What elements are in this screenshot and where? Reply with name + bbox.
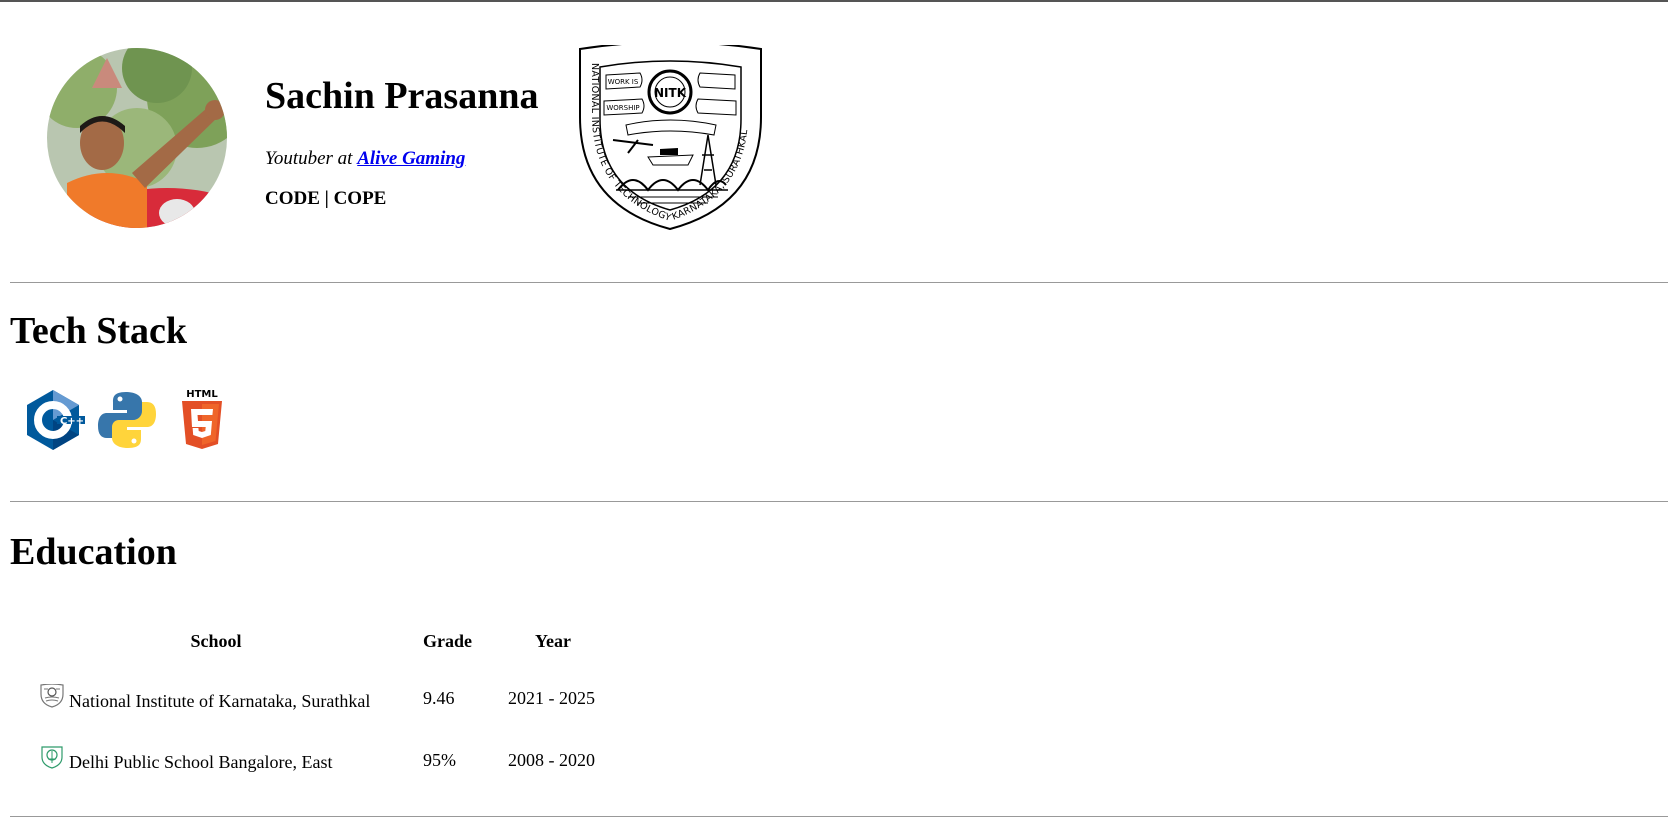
page: Sachin Prasanna Youtuber at Alive Gaming…: [0, 0, 1668, 834]
tech-stack-heading: Tech Stack: [10, 310, 188, 352]
tagline-prefix: Youtuber at: [265, 148, 358, 169]
python-icon: [95, 388, 159, 452]
profile-photo: [47, 48, 227, 228]
school-name: Delhi Public School Bangalore, East: [69, 752, 333, 772]
tagline: Youtuber at Alive Gaming: [265, 148, 465, 170]
crest-emblem-text: NITK: [654, 86, 687, 100]
column-header-grade: Grade: [423, 631, 472, 651]
alive-gaming-link[interactable]: Alive Gaming: [357, 148, 465, 169]
column-header-year: Year: [535, 631, 571, 651]
school-name: National Institute of Karnataka, Surathk…: [69, 691, 371, 711]
education-heading: Education: [10, 531, 177, 573]
crest-banner-left-top: WORK IS: [608, 78, 639, 86]
school-grade: 9.46: [423, 688, 455, 708]
school-year: 2008 - 2020: [508, 750, 595, 770]
divider: [10, 816, 1668, 817]
top-border: [0, 0, 1668, 2]
nitk-logo-icon: [40, 683, 64, 708]
column-header-school: School: [190, 631, 242, 651]
school-grade: 95%: [423, 750, 456, 770]
dps-logo-icon: [40, 745, 64, 769]
html5-label: HTML: [186, 389, 218, 400]
school-year: 2021 - 2025: [508, 688, 595, 708]
html5-icon: HTML: [170, 386, 234, 450]
motto: CODE | COPE: [265, 188, 387, 209]
cplusplus-label: C++: [60, 416, 84, 427]
divider: [10, 501, 1668, 502]
crest-banner-left-bottom: WORSHIP: [606, 104, 639, 112]
cplusplus-icon: C++: [21, 388, 87, 452]
profile-name: Sachin Prasanna: [265, 75, 539, 117]
nitk-crest-logo: NATIONAL INSTITUTE OF TECHNOLOGY KARNATA…: [578, 41, 763, 231]
divider: [10, 282, 1668, 283]
